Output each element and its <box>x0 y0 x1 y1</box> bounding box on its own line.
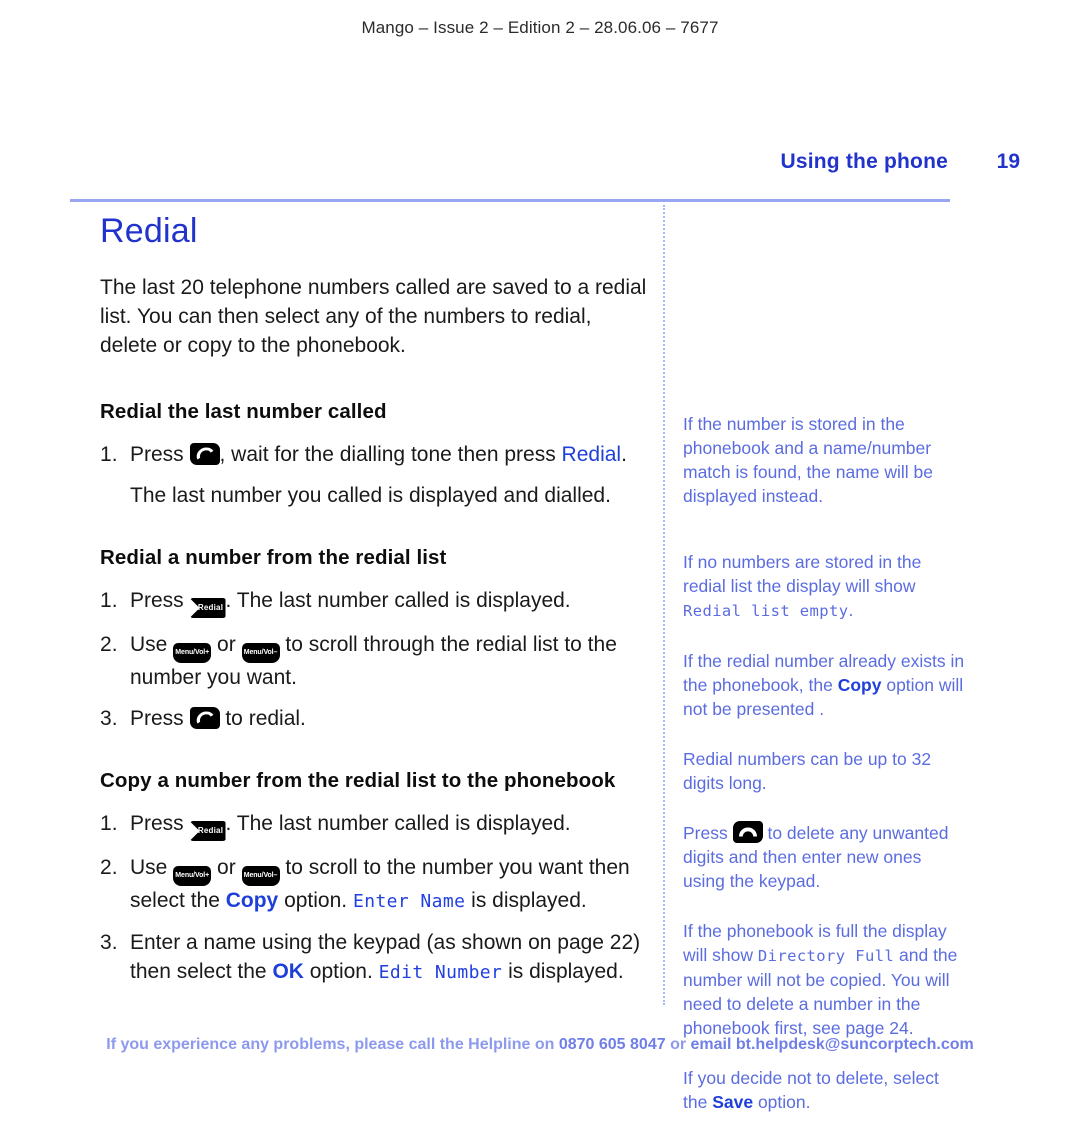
option-name: Copy <box>837 675 882 695</box>
display-text: Directory Full <box>757 947 895 965</box>
step-item: Press Redial. The last number called is … <box>100 809 648 841</box>
body-text: Press <box>130 812 190 835</box>
main-column: Redial The last 20 telephone numbers cal… <box>100 212 648 1023</box>
redial-key-icon: Redial <box>189 821 226 841</box>
option-name: Copy <box>225 889 279 912</box>
option-name: Save <box>712 1092 754 1112</box>
body-text: Press <box>130 707 190 730</box>
body-text: . The last number called is displayed. <box>225 589 571 612</box>
body-text: to redial. <box>219 707 306 730</box>
body-text: Press <box>130 443 190 466</box>
option-name: Redial <box>561 443 622 466</box>
body-text: Redial numbers can be up to 32 digits lo… <box>683 749 932 793</box>
body-text: or <box>211 856 242 879</box>
printers-mark: Mango – Issue 2 – Edition 2 – 28.06.06 –… <box>361 18 719 37</box>
page-number: 19 <box>996 150 1020 173</box>
body-text: is displayed. <box>502 960 624 983</box>
menu-vol-up-key-icon: Menu/Vol+ <box>173 866 212 886</box>
step-list: Press Redial. The last number called is … <box>100 586 648 733</box>
display-text: Redial list empty <box>683 602 849 620</box>
hangup-key-icon <box>732 821 763 843</box>
redial-key-icon: Redial <box>189 598 226 618</box>
intro-paragraph: The last 20 telephone numbers called are… <box>100 276 647 357</box>
running-head-title: Using the phone <box>780 150 948 173</box>
section-heading: Copy a number from the redial list to th… <box>100 769 616 792</box>
menu-vol-down-key-icon: Menu/Vol– <box>241 643 280 663</box>
step-list: Press Redial. The last number called is … <box>100 809 648 987</box>
body-text: option. <box>278 889 353 912</box>
step-list: Press , wait for the dialling tone then … <box>100 440 648 510</box>
step-item: Use Menu/Vol+ or Menu/Vol– to scroll to … <box>100 853 648 916</box>
body-text: Press <box>130 589 190 612</box>
body-text: . <box>848 600 854 620</box>
body-text: option. <box>753 1092 811 1112</box>
step-item: Enter a name using the keypad (as shown … <box>100 928 648 987</box>
side-note: If no numbers are stored in the redial l… <box>683 550 965 623</box>
call-key-icon <box>189 443 220 465</box>
display-text: Edit Number <box>378 962 503 983</box>
body-text: . <box>621 443 627 466</box>
side-note: Redial numbers can be up to 32 digits lo… <box>683 747 965 795</box>
body-text: If the number is stored in the phonebook… <box>683 414 933 506</box>
running-head: Using the phone 19 <box>70 150 1021 174</box>
step-item: The last number you called is displayed … <box>100 481 648 510</box>
body-text: The last number you called is displayed … <box>130 484 611 507</box>
step-item: Press , wait for the dialling tone then … <box>100 440 648 469</box>
step-item: Press to redial. <box>100 704 648 733</box>
side-note: If you decide not to delete, select the … <box>683 1066 965 1114</box>
body-text: , wait for the dialling tone then press <box>219 443 562 466</box>
footer-mid: or <box>665 1036 691 1053</box>
side-note: Press to delete any unwanted digits and … <box>683 821 965 893</box>
display-text: Enter Name <box>352 891 466 912</box>
side-note: If the phonebook is full the display wil… <box>683 919 965 1040</box>
body-text: Use <box>130 856 174 879</box>
option-name: OK <box>272 960 304 983</box>
section-heading: Redial a number from the redial list <box>100 546 447 569</box>
body-text: Use <box>130 633 174 656</box>
footer-phone: 0870 605 8047 <box>558 1036 666 1053</box>
body-text: If no numbers are stored in the redial l… <box>683 552 922 596</box>
body-text: . The last number called is displayed. <box>225 812 571 835</box>
menu-vol-down-key-icon: Menu/Vol– <box>241 866 280 886</box>
call-key-icon <box>189 707 220 729</box>
menu-vol-up-key-icon: Menu/Vol+ <box>173 643 212 663</box>
column-divider <box>663 205 665 1005</box>
body-text: is displayed. <box>465 889 587 912</box>
step-item: Press Redial. The last number called is … <box>100 586 648 618</box>
side-notes-column: If the number is stored in the phonebook… <box>683 412 965 1140</box>
page-footer: If you experience any problems, please c… <box>0 1036 1080 1054</box>
side-note: If the number is stored in the phonebook… <box>683 412 965 508</box>
step-item: Use Menu/Vol+ or Menu/Vol– to scroll thr… <box>100 630 648 692</box>
footer-lead: If you experience any problems, please c… <box>106 1036 559 1053</box>
section-heading: Redial the last number called <box>100 400 387 423</box>
header-rule <box>70 199 950 202</box>
body-text: or <box>211 633 242 656</box>
page-title: Redial <box>100 212 198 250</box>
footer-email[interactable]: email bt.helpdesk@suncorptech.com <box>691 1036 974 1053</box>
instruction-sections: Redial the last number called Press , wai… <box>100 400 648 987</box>
side-note: If the redial number already exists in t… <box>683 649 965 721</box>
body-text: Press <box>683 823 733 843</box>
body-text: option. <box>303 960 379 983</box>
